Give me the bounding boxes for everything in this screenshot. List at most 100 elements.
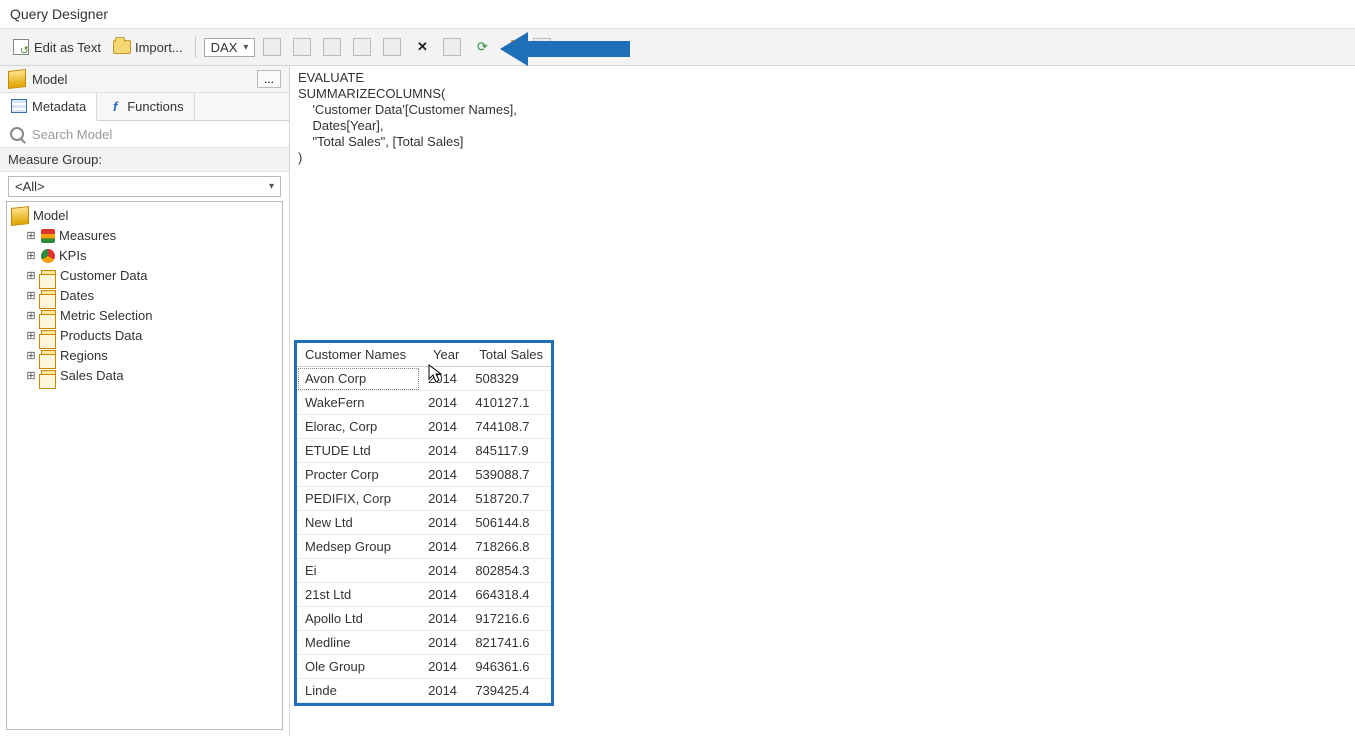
edit-as-text-label: Edit as Text bbox=[34, 40, 101, 55]
window-title: Query Designer bbox=[0, 0, 1355, 28]
cell-total: 518720.7 bbox=[467, 487, 551, 511]
expand-icon[interactable]: ⊞ bbox=[25, 227, 37, 245]
import-button[interactable]: Import... bbox=[109, 36, 187, 58]
toolbar-icon-4[interactable] bbox=[349, 36, 375, 58]
table-icon bbox=[41, 350, 56, 363]
cell-customer: WakeFern bbox=[297, 391, 420, 415]
table-icon bbox=[41, 330, 56, 343]
cell-year: 2014 bbox=[420, 559, 467, 583]
cell-total: 802854.3 bbox=[467, 559, 551, 583]
expand-icon[interactable]: ⊞ bbox=[25, 267, 37, 285]
expand-icon[interactable]: ⊞ bbox=[25, 367, 37, 385]
edit-as-text-button[interactable]: Edit as Text bbox=[8, 36, 105, 58]
tree-item-label: Metric Selection bbox=[60, 307, 152, 325]
table-row[interactable]: New Ltd2014506144.8 bbox=[297, 511, 551, 535]
tree-item-measures[interactable]: ⊞Measures bbox=[23, 226, 280, 246]
cell-total: 718266.8 bbox=[467, 535, 551, 559]
language-combo[interactable]: DAX ▾ bbox=[204, 38, 256, 57]
table-row[interactable]: Ei2014802854.3 bbox=[297, 559, 551, 583]
generic-icon bbox=[443, 38, 461, 56]
toolbar-icon-1[interactable] bbox=[259, 36, 285, 58]
search-input[interactable] bbox=[32, 127, 281, 142]
cell-customer: Ei bbox=[297, 559, 420, 583]
table-row[interactable]: 21st Ltd2014664318.4 bbox=[297, 583, 551, 607]
cell-total: 917216.6 bbox=[467, 607, 551, 631]
cell-total: 739425.4 bbox=[467, 679, 551, 703]
table-row[interactable]: WakeFern2014410127.1 bbox=[297, 391, 551, 415]
cell-customer: 21st Ltd bbox=[297, 583, 420, 607]
generic-icon bbox=[323, 38, 341, 56]
expand-icon[interactable]: ⊞ bbox=[25, 327, 37, 345]
table-row[interactable]: ETUDE Ltd2014845117.9 bbox=[297, 439, 551, 463]
cell-total: 744108.7 bbox=[467, 415, 551, 439]
toolbar-icon-2[interactable] bbox=[289, 36, 315, 58]
table-row[interactable]: Medsep Group2014718266.8 bbox=[297, 535, 551, 559]
table-row[interactable]: Elorac, Corp2014744108.7 bbox=[297, 415, 551, 439]
table-row[interactable]: Linde2014739425.4 bbox=[297, 679, 551, 703]
refresh-icon: ⟳ bbox=[473, 38, 491, 56]
tree-item-customer-data[interactable]: ⊞ Customer Data bbox=[23, 266, 280, 286]
cell-customer: Elorac, Corp bbox=[297, 415, 420, 439]
chevron-down-icon: ▾ bbox=[243, 42, 248, 53]
col-customer-names[interactable]: Customer Names bbox=[297, 343, 420, 367]
table-row[interactable]: Avon Corp2014508329 bbox=[297, 367, 551, 391]
cell-year: 2014 bbox=[420, 415, 467, 439]
tree-item-dates[interactable]: ⊞Dates bbox=[23, 286, 280, 306]
cell-total: 821741.6 bbox=[467, 631, 551, 655]
delete-button[interactable]: ✕ bbox=[409, 36, 435, 58]
cube-icon bbox=[8, 70, 26, 88]
cell-customer: Linde bbox=[297, 679, 420, 703]
search-row bbox=[0, 121, 289, 148]
expand-icon[interactable]: ⊞ bbox=[25, 247, 37, 265]
tab-metadata-label: Metadata bbox=[32, 99, 86, 114]
toolbar-separator bbox=[195, 36, 196, 58]
cell-year: 2014 bbox=[420, 487, 467, 511]
tree-item-products-data[interactable]: ⊞Products Data bbox=[23, 326, 280, 346]
tab-metadata[interactable]: Metadata bbox=[0, 93, 97, 121]
tree-item-sales-data[interactable]: ⊞Sales Data bbox=[23, 366, 280, 386]
tree-root-model[interactable]: Model bbox=[9, 206, 280, 226]
cell-year: 2014 bbox=[420, 535, 467, 559]
toolbar-icon-5[interactable] bbox=[379, 36, 405, 58]
tree-root-label: Model bbox=[33, 207, 68, 225]
cell-total: 508329 bbox=[467, 367, 551, 391]
cell-total: 506144.8 bbox=[467, 511, 551, 535]
tree-item-metric-selection[interactable]: ⊞ Metric Selection bbox=[23, 306, 280, 326]
table-row[interactable]: PEDIFIX, Corp2014518720.7 bbox=[297, 487, 551, 511]
table-row[interactable]: Procter Corp2014539088.7 bbox=[297, 463, 551, 487]
model-tree: Model ⊞Measures ⊞ KPIs ⊞ Customer Data ⊞Da… bbox=[6, 201, 283, 730]
toolbar-icon-3[interactable] bbox=[319, 36, 345, 58]
col-total-sales[interactable]: Total Sales bbox=[467, 343, 551, 367]
model-ellipsis-button[interactable]: ... bbox=[257, 70, 281, 88]
refresh-button[interactable]: ⟳ bbox=[469, 36, 495, 58]
cell-year: 2014 bbox=[420, 391, 467, 415]
sidebar-tabs: Metadata f Functions bbox=[0, 93, 289, 121]
generic-icon bbox=[383, 38, 401, 56]
stack-icon bbox=[10, 97, 28, 115]
language-combo-value: DAX bbox=[211, 40, 238, 55]
expand-icon[interactable]: ⊞ bbox=[25, 307, 37, 325]
table-icon bbox=[41, 270, 56, 283]
table-icon bbox=[41, 310, 56, 323]
table-row[interactable]: Apollo Ltd2014917216.6 bbox=[297, 607, 551, 631]
generic-icon bbox=[353, 38, 371, 56]
table-row[interactable]: Ole Group2014946361.6 bbox=[297, 655, 551, 679]
folder-open-icon bbox=[113, 38, 131, 56]
measure-group-value: <All> bbox=[15, 179, 45, 194]
tab-functions-label: Functions bbox=[127, 99, 183, 114]
tree-item-label: Customer Data bbox=[60, 267, 147, 285]
tree-item-regions[interactable]: ⊞Regions bbox=[23, 346, 280, 366]
table-icon bbox=[41, 290, 56, 303]
expand-icon[interactable]: ⊞ bbox=[25, 347, 37, 365]
tab-functions[interactable]: f Functions bbox=[97, 93, 194, 120]
measure-group-combo[interactable]: <All> ▾ bbox=[8, 176, 281, 197]
col-year[interactable]: Year bbox=[420, 343, 467, 367]
cell-customer: Medline bbox=[297, 631, 420, 655]
toolbar-icon-6[interactable] bbox=[439, 36, 465, 58]
cube-icon bbox=[11, 207, 29, 225]
tree-item-kpis[interactable]: ⊞ KPIs bbox=[23, 246, 280, 266]
expand-icon[interactable]: ⊞ bbox=[25, 287, 37, 305]
tree-item-label: KPIs bbox=[59, 247, 86, 265]
search-icon bbox=[8, 125, 26, 143]
table-row[interactable]: Medline2014821741.6 bbox=[297, 631, 551, 655]
